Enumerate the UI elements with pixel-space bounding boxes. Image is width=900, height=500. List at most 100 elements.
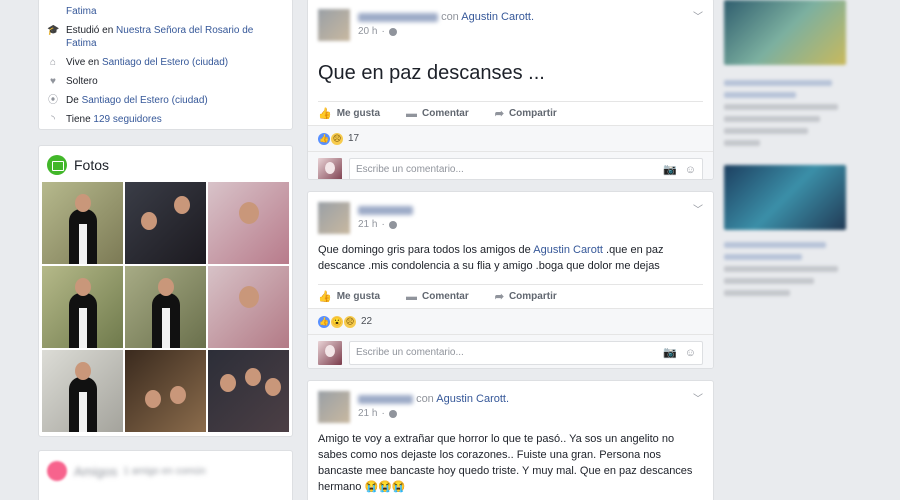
chevron-down-icon[interactable]: ﹀ [693,8,703,23]
photos-icon [47,155,67,175]
post-timestamp[interactable]: 21 h [358,219,377,230]
post-content: Que domingo gris para todos los amigos d… [318,242,703,274]
about-row-lives: ⌂ Vive en Santiago del Estero (ciudad) [39,56,292,69]
tagged-user-link[interactable]: Agustin Carott. [461,11,534,23]
photo-thumbnail[interactable] [125,350,206,432]
about-link-city[interactable]: Santiago del Estero (ciudad) [102,57,228,68]
about-link-followers[interactable]: 129 seguidores [93,114,161,125]
post-actions: 👍 Me gusta ▬ Comentar ➦ Compartir [318,284,703,308]
about-prefix: Vive en [66,57,102,68]
chevron-down-icon[interactable]: ﹀ [693,201,703,216]
reaction-count[interactable]: 17 [348,133,359,144]
author-name[interactable] [358,394,413,404]
reactions-bar[interactable]: 👍 😮 ☹ 22 [308,308,713,334]
sponsored-text[interactable] [724,74,844,146]
photo-thumbnail[interactable] [125,182,206,264]
sad-reaction-icon: ☹ [344,315,356,328]
emoji-icon[interactable]: ☺ [685,164,696,176]
author-name[interactable] [358,205,413,215]
post-meta: 21 h · [358,219,413,230]
comment-label: Comentar [422,108,469,119]
post-card: con Agustin Carott. 20 h · ﹀ Que en paz … [307,0,714,180]
post-timestamp[interactable]: 21 h [358,408,377,419]
like-reaction-icon: 👍 [318,315,330,328]
photos-title[interactable]: Fotos [74,157,109,173]
tagged-user-link[interactable]: Agustin Carott. [436,393,509,405]
photos-card: Fotos [38,145,293,437]
comment-button[interactable]: ▬ Comentar [406,291,469,303]
about-link[interactable]: Fatima [66,6,97,17]
heart-icon: ♥ [50,76,56,87]
author-avatar[interactable] [318,9,350,41]
sponsored-image[interactable] [724,165,846,230]
rss-icon: ◝ [51,114,55,125]
location-pin-icon: ⦿ [48,95,58,106]
photo-thumbnail[interactable] [208,266,289,348]
thumbs-up-icon: 👍 [318,108,332,120]
home-icon: ⌂ [49,57,57,68]
author-name[interactable] [358,12,438,22]
friends-title[interactable]: Amigos [74,464,117,479]
post-content: Amigo te voy a extrañar que horror lo qu… [318,433,693,493]
post-card: 21 h · ﹀ Que domingo gris para todos los… [307,191,714,369]
comment-composer: Escribe un comentario... 📷 ☺ [308,151,713,179]
comment-placeholder: Escribe un comentario... [356,347,464,358]
about-prefix: Tiene [66,114,94,125]
post-timestamp[interactable]: 20 h [358,26,377,37]
share-button[interactable]: ➦ Compartir [495,107,557,120]
about-prefix: Estudió en [66,25,117,36]
author-avatar[interactable] [318,391,350,423]
post-actions: 👍 Me gusta ▬ Comentar ➦ Compartir [318,101,703,125]
like-button[interactable]: 👍 Me gusta [318,107,380,120]
post-meta: 21 h · [358,408,509,419]
camera-icon[interactable]: 📷 [663,163,677,176]
photos-header: Fotos [39,146,292,182]
comment-input[interactable]: Escribe un comentario... 📷 ☺ [349,157,703,179]
globe-icon [388,220,397,229]
photo-thumbnail[interactable] [125,266,206,348]
sponsored-image[interactable] [724,0,846,65]
comment-input[interactable]: Escribe un comentario... 📷 ☺ [349,340,703,365]
share-label: Compartir [508,108,557,119]
author-avatar[interactable] [318,202,350,234]
photo-thumbnail[interactable] [208,350,289,432]
viewer-avatar [318,157,342,179]
author-line: con Agustin Carott. [358,11,534,23]
friends-card: Amigos 1 amigo en común [38,450,293,500]
comment-button[interactable]: ▬ Comentar [406,108,469,120]
globe-icon [388,27,397,36]
like-button[interactable]: 👍 Me gusta [318,290,380,303]
photo-thumbnail[interactable] [42,266,123,348]
reaction-count[interactable]: 22 [361,316,372,327]
camera-icon[interactable]: 📷 [663,346,677,359]
about-prefix: De [66,95,82,106]
chevron-down-icon[interactable]: ﹀ [693,390,703,405]
sad-reaction-icon: ☹ [331,132,343,145]
post-header: con Agustin Carott. 21 h · ﹀ [308,381,713,423]
post-content: Que en paz descanses ... [318,62,545,84]
photo-thumbnail[interactable] [42,350,123,432]
with-text: con [416,393,434,405]
comment-placeholder: Escribe un comentario... [356,164,464,175]
mention-link[interactable]: Agustin Carott [533,244,603,256]
photo-thumbnail[interactable] [42,182,123,264]
about-link-hometown[interactable]: Santiago del Estero (ciudad) [82,95,208,106]
school-icon: 🎓 [47,25,60,36]
emoji-icon[interactable]: ☺ [685,347,696,359]
like-label: Me gusta [336,291,381,302]
author-line [358,204,413,216]
share-icon: ➦ [494,108,504,120]
share-label: Compartir [508,291,557,302]
friends-header: Amigos 1 amigo en común [39,451,292,491]
post-card: con Agustin Carott. 21 h · ﹀ Amigo te vo… [307,380,714,500]
photo-thumbnail[interactable] [208,182,289,264]
about-row-school: 🎓 Estudió en Nuestra Señora del Rosario … [39,24,292,50]
friends-icon [47,461,67,481]
comment-label: Comentar [422,291,469,302]
viewer-avatar [318,340,342,365]
sponsored-text[interactable] [724,236,844,296]
reactions-bar[interactable]: 👍 ☹ 17 [308,125,713,151]
comment-icon: ▬ [406,107,418,120]
globe-icon [388,409,397,418]
share-button[interactable]: ➦ Compartir [495,290,557,303]
